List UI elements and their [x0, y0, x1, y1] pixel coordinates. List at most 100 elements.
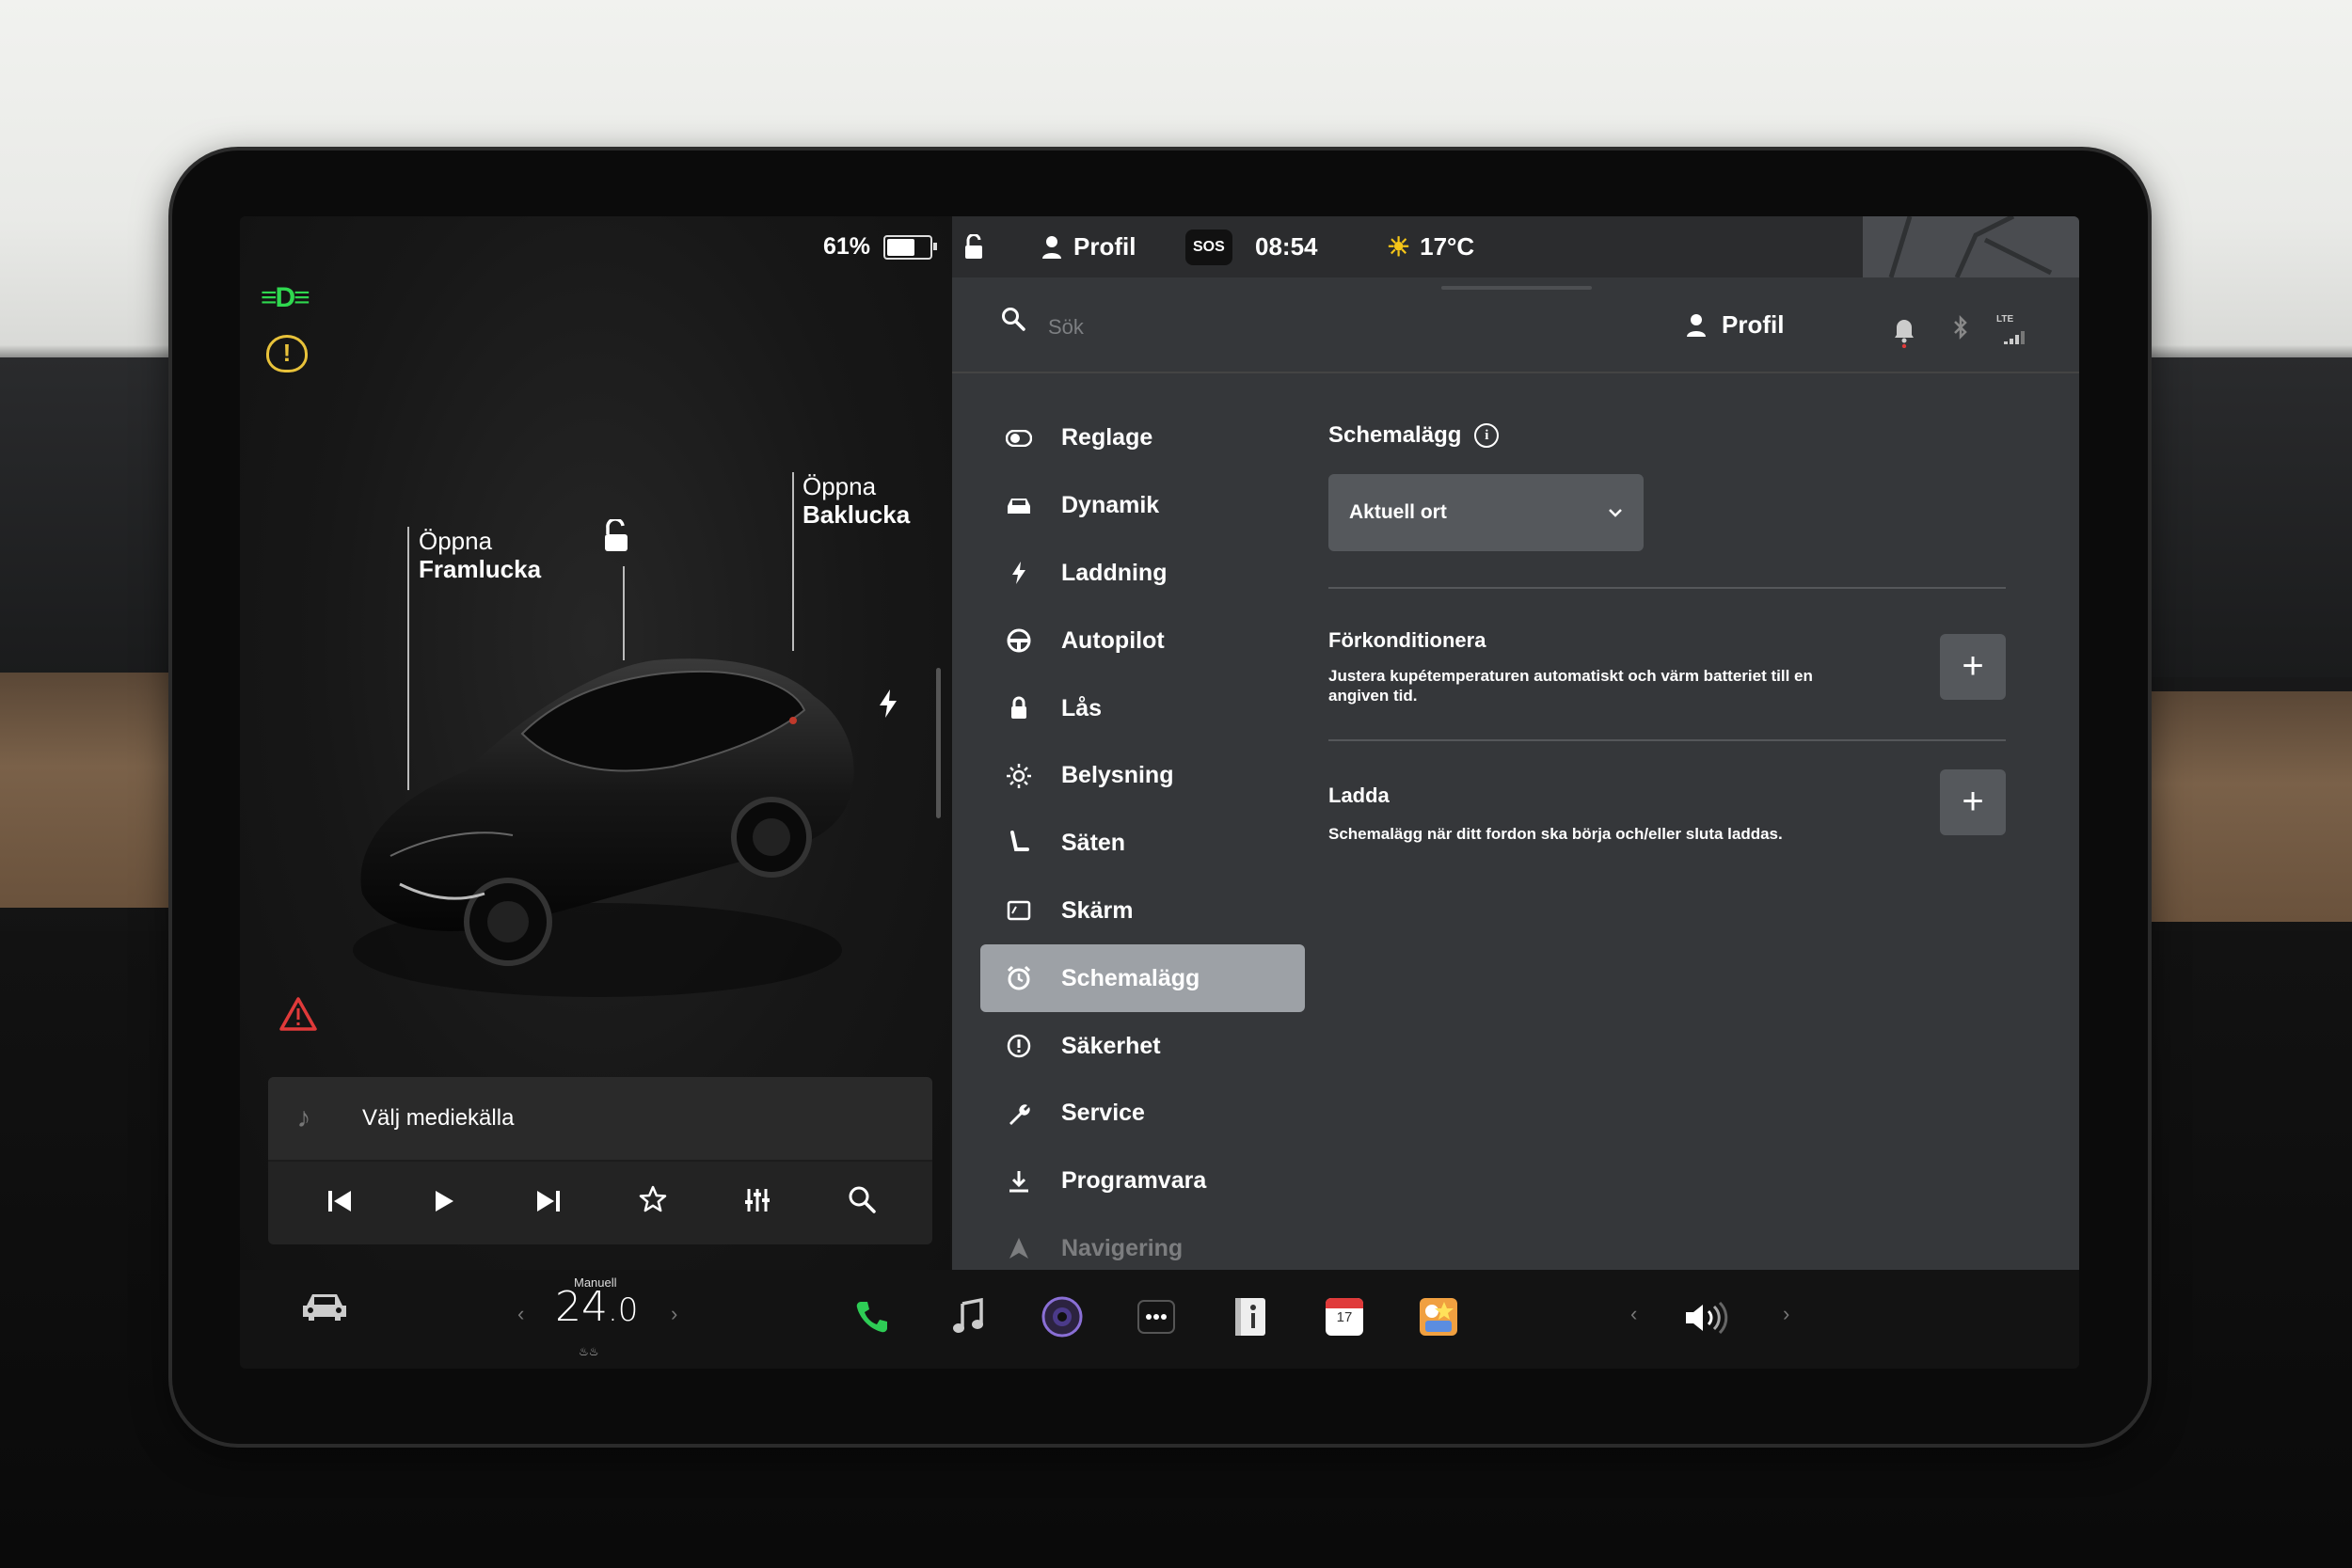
temp-down-button[interactable]: ‹	[517, 1302, 524, 1326]
previous-track-button[interactable]	[316, 1186, 363, 1221]
sidebar-item-reglage[interactable]: Reglage	[980, 404, 1305, 472]
open-frunk-button[interactable]: Öppna Framlucka	[419, 527, 541, 583]
open-trunk-line2: Baklucka	[803, 500, 911, 529]
play-button[interactable]	[421, 1186, 468, 1221]
sun-icon	[999, 763, 1039, 789]
notification-bell-icon[interactable]	[1893, 316, 1915, 353]
phone-icon[interactable]	[851, 1296, 893, 1338]
sidebar-item-label: Säkerhet	[1061, 1032, 1161, 1059]
profile-label: Profil	[1722, 310, 1785, 339]
volume-up-button[interactable]: ›	[1783, 1302, 1789, 1326]
location-dropdown[interactable]: Aktuell ort	[1328, 474, 1644, 551]
open-trunk-button[interactable]: Öppna Baklucka	[803, 472, 910, 529]
volume-down-button[interactable]: ‹	[1630, 1302, 1637, 1326]
drag-handle[interactable]	[1441, 286, 1592, 290]
bottom-dock: ‹ Manuell 24.0 ♨♨ › 17 ‹ ›	[240, 1270, 2079, 1369]
sidebar-item-skärm[interactable]: Skärm	[980, 878, 1305, 945]
display-icon	[999, 900, 1039, 921]
music-note-icon: ♪	[296, 1102, 311, 1133]
settings-panel: Profil SOS 08:54 ☀ 17°C Profil	[952, 216, 2079, 1270]
precondition-description: Justera kupétemperaturen automatiskt och…	[1328, 667, 1813, 705]
steering-wheel-icon	[999, 627, 1039, 654]
outside-temperature: 17°C	[1420, 232, 1475, 261]
location-selected: Aktuell ort	[1349, 501, 1447, 523]
next-track-button[interactable]	[525, 1186, 572, 1221]
sidebar-item-lås[interactable]: Lås	[980, 674, 1305, 742]
lock-status-icon[interactable]	[961, 216, 986, 277]
calendar-icon[interactable]: 17	[1324, 1296, 1365, 1338]
tire-pressure-warning-icon: !	[266, 335, 308, 372]
charge-description: Schemalägg när ditt fordon ska börja och…	[1328, 825, 1783, 843]
sidebar-item-label: Navigering	[1061, 1234, 1184, 1261]
map-preview[interactable]	[1863, 216, 2079, 279]
cabin-temperature[interactable]: 24.0	[555, 1283, 638, 1331]
charge-schedule-section: Ladda Schemalägg när ditt fordon ska bör…	[1328, 741, 2006, 892]
sidebar-item-säten[interactable]: Säten	[980, 810, 1305, 878]
sidebar-item-programvara[interactable]: Programvara	[980, 1148, 1305, 1215]
battery-fill	[887, 238, 915, 256]
sidebar-item-label: Dynamik	[1061, 492, 1160, 519]
profile-button[interactable]: Profil	[1686, 310, 1784, 340]
camera-icon[interactable]	[1041, 1296, 1083, 1338]
temp-decimal: .0	[608, 1291, 639, 1329]
schedule-content: Schemalägg i Aktuell ort Förkonditionera…	[1328, 404, 2006, 892]
sidebar-item-label: Säten	[1061, 830, 1126, 857]
calendar-day: 17	[1336, 1309, 1353, 1325]
sidebar-item-schemalägg[interactable]: Schemalägg	[980, 944, 1305, 1013]
sidebar-item-säkerhet[interactable]: Säkerhet	[980, 1012, 1305, 1080]
media-player: ♪ Välj mediekälla	[268, 1077, 932, 1244]
music-icon[interactable]	[947, 1296, 989, 1338]
open-frunk-line2: Framlucka	[419, 555, 542, 583]
navigation-icon	[999, 1236, 1039, 1260]
sidebar-item-label: Reglage	[1061, 424, 1153, 451]
info-icon[interactable]: i	[1474, 423, 1500, 448]
sidebar-item-autopilot[interactable]: Autopilot	[980, 607, 1305, 674]
owners-manual-icon[interactable]	[1230, 1296, 1271, 1338]
battery-percent: 61%	[823, 233, 871, 260]
sidebar-item-label: Autopilot	[1061, 626, 1165, 654]
favorite-star-button[interactable]	[629, 1185, 676, 1221]
cellular-signal-icon: LTE	[1996, 314, 2028, 345]
sidebar-item-label: Service	[1061, 1100, 1145, 1127]
charge-title: Ladda	[1328, 784, 1390, 807]
bluetooth-icon[interactable]	[1951, 314, 1970, 347]
battery-status: 61%	[823, 233, 938, 261]
search-input[interactable]	[1046, 306, 1520, 349]
media-search-button[interactable]	[838, 1185, 885, 1221]
sidebar-item-belysning[interactable]: Belysning	[980, 742, 1305, 810]
sidebar-item-label: Laddning	[1061, 559, 1168, 586]
toggle-icon	[999, 429, 1039, 447]
network-type: LTE	[1996, 314, 2014, 325]
temp-whole: 24	[555, 1283, 608, 1331]
precondition-title: Förkonditionera	[1328, 628, 1486, 652]
schedule-title: Schemalägg	[1328, 422, 1462, 448]
add-precondition-button[interactable]: +	[1940, 634, 2006, 700]
sidebar-item-label: Programvara	[1061, 1167, 1207, 1195]
equalizer-button[interactable]	[734, 1186, 781, 1221]
seat-heater-icon[interactable]: ♨♨	[579, 1345, 599, 1358]
sidebar-item-laddning[interactable]: Laddning	[980, 540, 1305, 608]
battery-icon	[883, 234, 938, 260]
sidebar-item-dynamik[interactable]: Dynamik	[980, 472, 1305, 540]
charge-port-icon[interactable]	[878, 689, 898, 723]
volume-icon[interactable]	[1684, 1301, 1733, 1340]
more-apps-icon[interactable]	[1136, 1296, 1177, 1338]
alarm-clock-icon	[999, 965, 1039, 991]
sos-button[interactable]: SOS	[1185, 216, 1232, 277]
profile-button-top[interactable]: Profil	[1041, 216, 1136, 277]
weather: ☀ 17°C	[1387, 216, 1474, 277]
car-panel: 61% ≡D≡ ! Öppna Framlucka Öppna Baklucka	[240, 216, 950, 1270]
toybox-icon[interactable]	[1418, 1296, 1459, 1338]
sidebar-item-service[interactable]: Service	[980, 1080, 1305, 1148]
search-icon	[1001, 307, 1025, 336]
temp-up-button[interactable]: ›	[671, 1302, 677, 1326]
unlock-car-icon[interactable]	[599, 517, 631, 558]
car-controls-icon[interactable]	[301, 1291, 348, 1327]
status-bar: Profil SOS 08:54 ☀ 17°C	[952, 216, 2079, 279]
panel-scrollbar[interactable]	[936, 668, 941, 818]
add-charge-schedule-button[interactable]: +	[1940, 769, 2006, 835]
seat-icon	[999, 830, 1039, 857]
media-source-row[interactable]: ♪ Välj mediekälla	[268, 1077, 932, 1162]
schedule-heading: Schemalägg i	[1328, 404, 2006, 467]
profile-label-top: Profil	[1073, 232, 1136, 261]
